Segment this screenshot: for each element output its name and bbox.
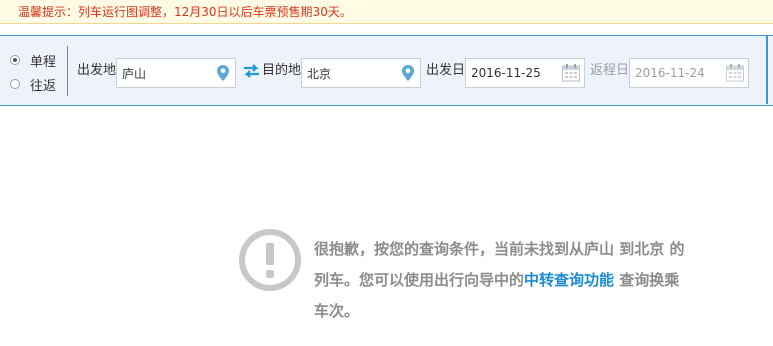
depart-input[interactable] [466,59,561,87]
divider [67,46,68,96]
roundtrip-label: 往返 [30,78,57,94]
panel-edge [766,36,768,104]
oneway-label: 单程 [30,54,57,70]
from-input[interactable] [117,59,212,87]
from-label: 出发地 [77,63,117,78]
from-field[interactable] [116,58,236,88]
notice-label: 温馨提示： [18,5,79,19]
to-field[interactable] [301,58,421,88]
return-input[interactable] [630,59,725,87]
to-input[interactable] [302,59,397,87]
message-line-2: 列车。您可以使用出行向导中的中转查询功能 查询换乘 [314,265,744,296]
search-panel: 单程 往返 出发地 目的地 出发日 [0,35,773,106]
swap-arrows-icon[interactable] [243,63,260,79]
location-pin-icon[interactable] [215,64,231,82]
notice-bar: 温馨提示：列车运行图调整，12月30日以后车票预售期30天。 [0,0,773,24]
exclamation-circle-icon [239,229,301,291]
to-label: 目的地 [262,63,302,78]
depart-field[interactable] [465,58,585,88]
return-label: 返程日 [590,63,630,78]
oneway-radio[interactable] [10,55,20,65]
calendar-icon[interactable] [725,63,745,83]
message-line-1: 很抱歉，按您的查询条件，当前未找到从庐山 到北京 的 [314,240,685,258]
notice-text: 列车运行图调整，12月30日以后车票预售期30天。 [78,5,352,19]
calendar-icon[interactable] [561,63,581,83]
no-result-message: 很抱歉，按您的查询条件，当前未找到从庐山 到北京 的 列车。您可以使用出行向导中… [314,234,744,327]
message-line-3: 车次。 [314,302,360,320]
return-field[interactable] [629,58,749,88]
roundtrip-radio[interactable] [10,79,20,89]
transfer-query-link[interactable]: 中转查询功能 [524,271,614,289]
message-line-2-prefix: 列车。您可以使用出行向导中的 [314,271,525,289]
trip-type-roundtrip[interactable]: 往返 [10,74,62,94]
trip-type-oneway[interactable]: 单程 [10,50,62,70]
message-line-2-suffix: 查询换乘 [614,271,680,289]
location-pin-icon[interactable] [400,64,416,82]
trip-type-group: 单程 往返 [10,50,62,98]
depart-label: 出发日 [426,63,466,78]
